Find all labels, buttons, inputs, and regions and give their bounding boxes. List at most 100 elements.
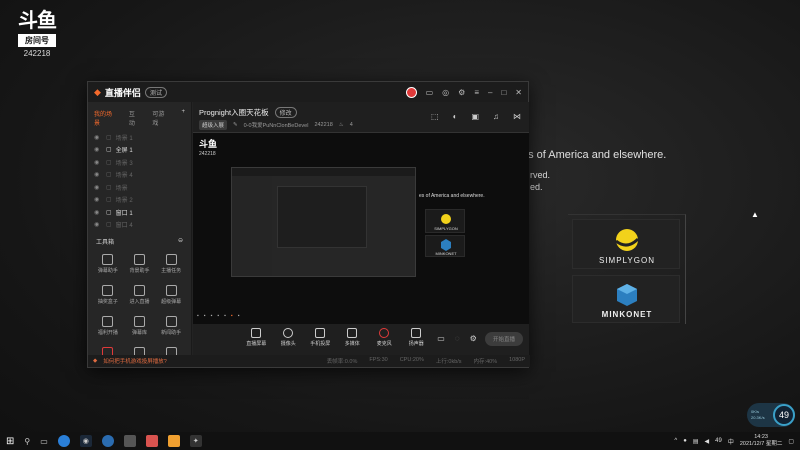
- lock-icon: ▢: [106, 134, 112, 141]
- version-pill[interactable]: 测试: [144, 86, 167, 98]
- tab-games[interactable]: 可游戏: [152, 109, 169, 127]
- eye-icon[interactable]: ◉: [94, 146, 102, 153]
- scene-item[interactable]: ◉ ▢ 窗口 1: [88, 206, 191, 219]
- tool-icon: [165, 285, 177, 296]
- close-icon[interactable]: ✕: [515, 88, 522, 97]
- scene-label: 窗口 4: [115, 223, 133, 230]
- video-icon[interactable]: ▭: [437, 334, 445, 357]
- lock-icon: ▢: [106, 209, 112, 216]
- scene-item[interactable]: ◉ ▢ 窗口 4: [88, 219, 191, 232]
- phone-cast-button[interactable]: 手机投屏: [309, 328, 331, 357]
- microphone-button[interactable]: 麦克风: [373, 328, 395, 357]
- status-message[interactable]: 如何把手机游戏投屏播放?: [103, 357, 167, 365]
- edit-title-button[interactable]: 修改: [274, 107, 297, 118]
- tab-interaction[interactable]: 互动: [129, 109, 140, 127]
- status-bar: ◆ 如何把手机游戏投屏播放? 丢帧率:0.0% FPS:30 CPU:20% 上…: [88, 355, 530, 367]
- eye-icon[interactable]: ◉: [94, 184, 102, 191]
- eye-icon[interactable]: ◉: [94, 171, 102, 178]
- tool-item[interactable]: 超级弹幕: [155, 283, 187, 310]
- screen-capture-button[interactable]: 直播屏幕: [245, 328, 267, 357]
- game-taskbar-icon[interactable]: ✦: [189, 435, 202, 447]
- maximize-icon[interactable]: □: [501, 88, 506, 97]
- lock-icon: ▢: [106, 184, 112, 191]
- scene-item[interactable]: ◉ ▢ 场景: [88, 181, 191, 194]
- app-icon[interactable]: [101, 435, 114, 447]
- bg-frame: [568, 214, 686, 324]
- settings-icon[interactable]: ⚙: [458, 88, 465, 97]
- scene-label: 场景 2: [115, 198, 133, 205]
- start-live-button[interactable]: 开始直播: [484, 332, 523, 346]
- eye-icon[interactable]: ◉: [94, 134, 102, 141]
- search-icon[interactable]: ⚲: [24, 437, 30, 446]
- stat-item: CPU:20%: [399, 357, 424, 363]
- eye-icon[interactable]: ◉: [94, 209, 102, 216]
- scene-item[interactable]: ◉ ▢ 场景 3: [88, 156, 191, 169]
- collapse-icon[interactable]: ⊖: [178, 237, 183, 246]
- tool-item[interactable]: 背景助手: [124, 252, 156, 279]
- eye-icon[interactable]: ◉: [94, 196, 102, 203]
- nested-app-window: [231, 167, 416, 277]
- add-scene-icon[interactable]: +: [181, 109, 185, 127]
- speaker-button[interactable]: 扬声器: [405, 328, 427, 357]
- stat-item: FPS:30: [369, 357, 388, 363]
- tool-item[interactable]: 福利开播: [92, 314, 124, 341]
- task-view-icon[interactable]: ▭: [40, 437, 48, 446]
- scene-item[interactable]: ◉ ▢ 场景 4: [88, 169, 191, 182]
- edit-icon[interactable]: ✎: [233, 122, 238, 128]
- bell-icon[interactable]: ♫: [493, 112, 499, 121]
- scene-item[interactable]: ◉ ▢ 场景 2: [88, 194, 191, 207]
- tool-item[interactable]: 弹幕助手: [92, 252, 124, 279]
- stream-preview[interactable]: 斗鱼 242218 es of America and elsewhere. S…: [193, 132, 529, 324]
- avatar[interactable]: [405, 86, 417, 98]
- minimize-icon[interactable]: –: [488, 88, 492, 97]
- eye-icon[interactable]: ◉: [94, 159, 102, 166]
- steam-icon[interactable]: ◉: [79, 435, 92, 447]
- toolbox-title: 工具箱: [96, 240, 115, 246]
- record-icon[interactable]: ◐: [453, 112, 458, 121]
- bottom-toolbar: 直播屏幕 摄像头 手机投屏 多媒体 麦克风 扬声器 ▭ ◌ ⚙ 开始直播: [193, 324, 529, 357]
- link-icon[interactable]: ⋈: [513, 112, 521, 121]
- tool-icon: [133, 254, 145, 265]
- explorer-icon[interactable]: [123, 435, 136, 447]
- camera-icon: [283, 328, 294, 338]
- tool-item[interactable]: 主播任务: [155, 252, 187, 279]
- gear-icon[interactable]: ⚙: [470, 334, 477, 357]
- room-id: 242218: [23, 49, 51, 58]
- scene-item[interactable]: ◉ ▢ 全屏 1: [88, 144, 191, 157]
- live-companion-taskbar-icon[interactable]: [167, 435, 180, 447]
- clock-icon[interactable]: ◌: [455, 334, 460, 357]
- media-button[interactable]: 多媒体: [341, 328, 363, 357]
- scene-item[interactable]: ◉ ▢ 场景 1: [88, 131, 191, 144]
- douyu-watermark: 斗鱼 房间号 242218: [18, 10, 57, 58]
- eye-icon[interactable]: ◉: [94, 221, 102, 228]
- network-icon[interactable]: ▤: [693, 438, 699, 445]
- windows-taskbar: ⊞ ⚲ ▭ ◉ ✦ ^ ● ▤ ◀ 49 中 14:23 2021/12/7 星…: [0, 432, 800, 450]
- camera-button[interactable]: 摄像头: [277, 328, 299, 357]
- douyu-taskbar-icon[interactable]: [145, 435, 158, 447]
- tool-item[interactable]: 抽奖盒子: [92, 283, 124, 310]
- system-clock[interactable]: 14:23 2021/12/7 星期二: [740, 434, 783, 448]
- category-tag[interactable]: 超级入展: [199, 120, 228, 130]
- tool-item[interactable]: 进入直播: [124, 283, 156, 310]
- tool-item[interactable]: 新闻助手: [155, 314, 187, 341]
- windows-start-icon[interactable]: ⊞: [6, 436, 14, 447]
- microphone-icon: [379, 328, 390, 338]
- tray-app-icon[interactable]: ●: [683, 438, 687, 444]
- menu-icon[interactable]: ≡: [474, 88, 479, 97]
- tray-chevron-icon[interactable]: ^: [674, 438, 677, 444]
- tool-icon: [102, 254, 114, 265]
- edge-icon[interactable]: [57, 435, 70, 447]
- box-icon[interactable]: ▣: [471, 112, 479, 121]
- app-titlebar: ◆ 直播伴侣 测试 ▭ ◎ ⚙ ≡ – □ ✕: [88, 82, 528, 102]
- tab-my-scenes[interactable]: 我的场景: [94, 109, 117, 127]
- room-subtitle: 0-0我爱PuNnClonBeDevel: [243, 123, 309, 129]
- message-icon[interactable]: ▭: [426, 88, 434, 97]
- ime-indicator[interactable]: 中: [728, 437, 734, 446]
- network-widget[interactable]: 0K/s 20.3K/s 49: [747, 403, 795, 427]
- lock-icon: ▢: [106, 222, 112, 229]
- gift-icon[interactable]: ◎: [442, 88, 449, 97]
- notification-icon[interactable]: ▢: [788, 438, 794, 445]
- share-icon[interactable]: ⬚: [431, 112, 439, 121]
- tool-item[interactable]: 弹幕库: [124, 314, 156, 341]
- volume-icon[interactable]: ◀: [705, 438, 710, 445]
